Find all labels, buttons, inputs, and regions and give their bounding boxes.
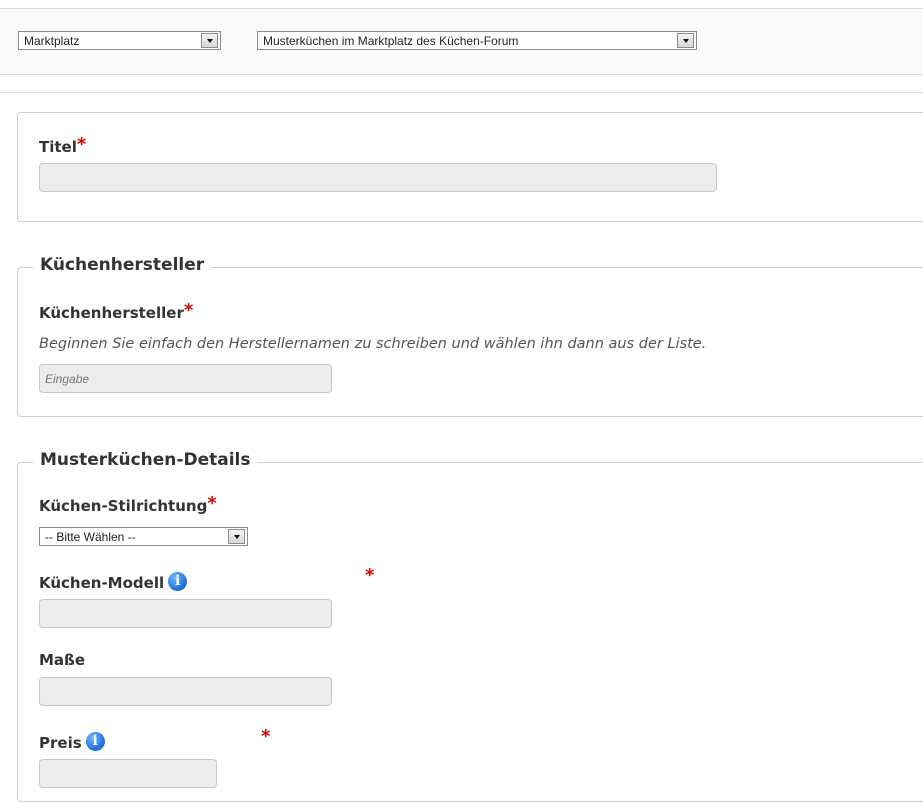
model-input-field[interactable] — [40, 600, 331, 627]
required-asterisk: * — [183, 300, 194, 321]
price-label: Preis i — [39, 732, 105, 753]
manufacturer-input-field[interactable] — [40, 365, 331, 392]
info-icon[interactable]: i — [85, 732, 105, 751]
price-input[interactable] — [39, 759, 217, 788]
category-select[interactable]: Marktplatz — [18, 31, 221, 50]
manufacturer-legend: Küchenhersteller — [33, 255, 212, 275]
chevron-down-icon[interactable] — [228, 529, 245, 544]
chevron-down-icon[interactable] — [201, 33, 218, 48]
dimensions-label: Maße — [39, 651, 86, 669]
title-input-field[interactable] — [40, 164, 716, 191]
model-label: Küchen-Modell i — [39, 572, 188, 593]
price-input-field[interactable] — [40, 760, 216, 787]
chevron-down-icon[interactable] — [677, 33, 694, 48]
manufacturer-label: Küchenhersteller* — [39, 300, 194, 322]
subcategory-select-value: Musterküchen im Marktplatz des Küchen-Fo… — [263, 34, 519, 48]
style-label: Küchen-Stilrichtung* — [39, 493, 217, 515]
dimensions-input[interactable] — [39, 677, 332, 706]
required-asterisk: * — [207, 493, 217, 514]
required-asterisk: * — [261, 726, 271, 747]
required-asterisk: * — [365, 565, 375, 586]
model-input[interactable] — [39, 599, 332, 628]
category-select-value: Marktplatz — [24, 34, 80, 48]
title-input[interactable] — [39, 163, 717, 192]
dimensions-input-field[interactable] — [40, 678, 331, 705]
style-select[interactable]: -- Bitte Wählen -- — [39, 527, 248, 546]
style-select-value: -- Bitte Wählen -- — [45, 530, 136, 544]
details-legend: Musterküchen-Details — [33, 450, 258, 470]
manufacturer-hint: Beginnen Sie einfach den Herstellernamen… — [39, 336, 707, 352]
subcategory-select[interactable]: Musterküchen im Marktplatz des Küchen-Fo… — [257, 31, 697, 50]
info-icon[interactable]: i — [168, 572, 188, 591]
divider — [0, 92, 923, 93]
title-label: Titel* — [39, 134, 87, 156]
manufacturer-input[interactable] — [39, 364, 332, 393]
required-asterisk: * — [76, 134, 87, 155]
